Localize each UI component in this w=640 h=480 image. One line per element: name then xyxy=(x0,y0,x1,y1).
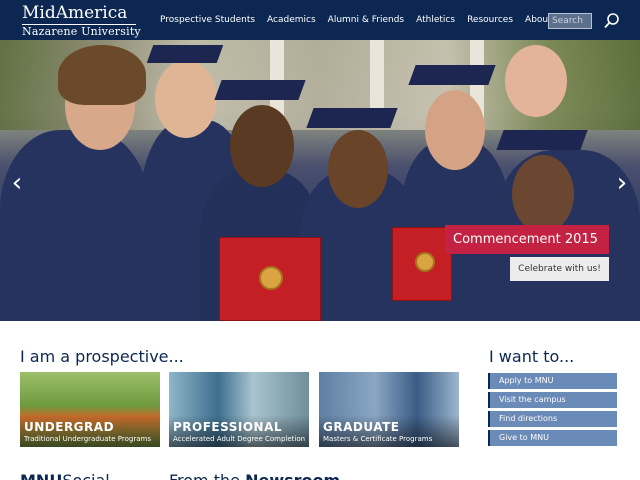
want-heading: I want to... xyxy=(489,347,575,366)
nav-resources[interactable]: Resources xyxy=(467,15,513,25)
graduation-cap xyxy=(146,45,224,63)
graduation-cap xyxy=(496,130,588,150)
celebrate-button[interactable]: Celebrate with us! xyxy=(510,257,609,281)
newsroom-heading: From the Newsroom xyxy=(169,472,340,480)
tile-subtitle: Traditional Undergraduate Programs xyxy=(24,435,151,443)
site-header: MidAmerica Nazarene University Prospecti… xyxy=(0,0,640,40)
diploma-seal xyxy=(415,252,435,272)
tile-undergrad[interactable]: UNDERGRAD Traditional Undergraduate Prog… xyxy=(20,372,160,447)
hero-prev-icon[interactable]: ‹ xyxy=(6,168,28,198)
newsroom-heading-prefix: From the xyxy=(169,471,245,480)
tile-subtitle: Masters & Certificate Programs xyxy=(323,435,433,443)
graduation-cap xyxy=(306,108,398,128)
tile-title: PROFESSIONAL xyxy=(173,420,283,434)
newsroom-heading-bold: Newsroom xyxy=(245,471,340,480)
nav-athletics[interactable]: Athletics xyxy=(416,15,455,25)
social-heading-rest: Social xyxy=(62,471,109,480)
graduate-face xyxy=(230,105,294,187)
mnu-logo[interactable]: MidAmerica Nazarene University xyxy=(20,3,141,38)
tile-professional[interactable]: PROFESSIONAL Accelerated Adult Degree Co… xyxy=(169,372,309,447)
main-nav: Prospective Students Academics Alumni & … xyxy=(160,0,588,40)
tile-title: GRADUATE xyxy=(323,420,400,434)
tile-graduate[interactable]: GRADUATE Masters & Certificate Programs xyxy=(319,372,459,447)
nav-prospective-students[interactable]: Prospective Students xyxy=(160,15,255,25)
nav-alumni-friends[interactable]: Alumni & Friends xyxy=(328,15,404,25)
graduation-cap xyxy=(214,80,306,100)
logo-line2: Nazarene University xyxy=(22,25,141,38)
graduate-face xyxy=(328,130,388,208)
logo-line1: MidAmerica xyxy=(22,3,128,23)
graduate-robe xyxy=(0,130,150,321)
visit-campus-link[interactable]: Visit the campus xyxy=(488,392,617,408)
prospective-heading: I am a prospective... xyxy=(20,347,184,366)
hero-slideshow: ‹ › Commencement 2015 Celebrate with us! xyxy=(0,40,640,321)
search-icon[interactable] xyxy=(603,12,621,30)
diploma-seal xyxy=(259,266,283,290)
nav-academics[interactable]: Academics xyxy=(267,15,316,25)
social-heading: MNUSocial xyxy=(20,472,110,480)
graduate-hair xyxy=(58,45,146,105)
hero-next-icon[interactable]: › xyxy=(611,168,633,198)
social-heading-bold: MNU xyxy=(20,471,62,480)
graduation-cap xyxy=(408,65,496,85)
apply-link[interactable]: Apply to MNU xyxy=(488,373,617,389)
search-input[interactable] xyxy=(548,13,592,29)
hero-caption-title[interactable]: Commencement 2015 xyxy=(445,225,609,254)
graduate-face xyxy=(505,45,567,117)
find-directions-link[interactable]: Find directions xyxy=(488,411,617,427)
graduate-face xyxy=(425,90,485,170)
tile-title: UNDERGRAD xyxy=(24,420,115,434)
graduate-face xyxy=(512,155,574,233)
give-link[interactable]: Give to MNU xyxy=(488,430,617,446)
tile-subtitle: Accelerated Adult Degree Completion xyxy=(173,435,306,443)
graduate-face xyxy=(155,60,217,138)
